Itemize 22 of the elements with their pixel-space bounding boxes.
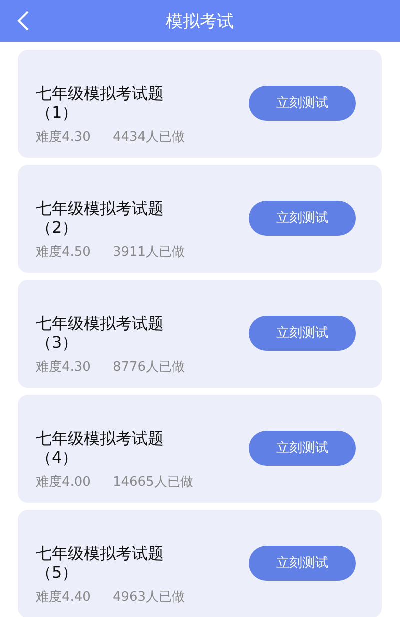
start-test-button[interactable]: 立刻测试 — [249, 200, 356, 236]
difficulty-text: 难度4.50 — [36, 244, 91, 261]
attempt-count: 3911人已做 — [112, 244, 186, 261]
exam-title: 七年级模拟考试题（5） — [36, 544, 165, 582]
difficulty-text: 难度4.30 — [36, 359, 91, 376]
attempt-count: 4434人已做 — [112, 129, 186, 146]
difficulty-text: 难度4.00 — [36, 474, 91, 491]
exam-title: 七年级模拟考试题（4） — [36, 429, 165, 467]
difficulty-text: 难度4.40 — [36, 589, 91, 606]
difficulty-text: 难度4.30 — [36, 129, 91, 146]
attempt-count: 14665人已做 — [112, 474, 194, 491]
exam-title: 七年级模拟考试题（3） — [36, 314, 165, 352]
exam-title: 七年级模拟考试题（1） — [36, 84, 165, 122]
exam-title: 七年级模拟考试题（2） — [36, 199, 165, 237]
start-test-button[interactable]: 立刻测试 — [249, 86, 356, 120]
page-title: 模拟考试 — [166, 10, 234, 32]
back-icon[interactable] — [16, 11, 30, 31]
start-test-button[interactable]: 立刻测试 — [249, 316, 356, 350]
start-test-button[interactable]: 立刻测试 — [249, 546, 356, 580]
attempt-count: 8776人已做 — [112, 359, 186, 376]
attempt-count: 4963人已做 — [112, 589, 186, 606]
start-test-button[interactable]: 立刻测试 — [249, 430, 356, 466]
